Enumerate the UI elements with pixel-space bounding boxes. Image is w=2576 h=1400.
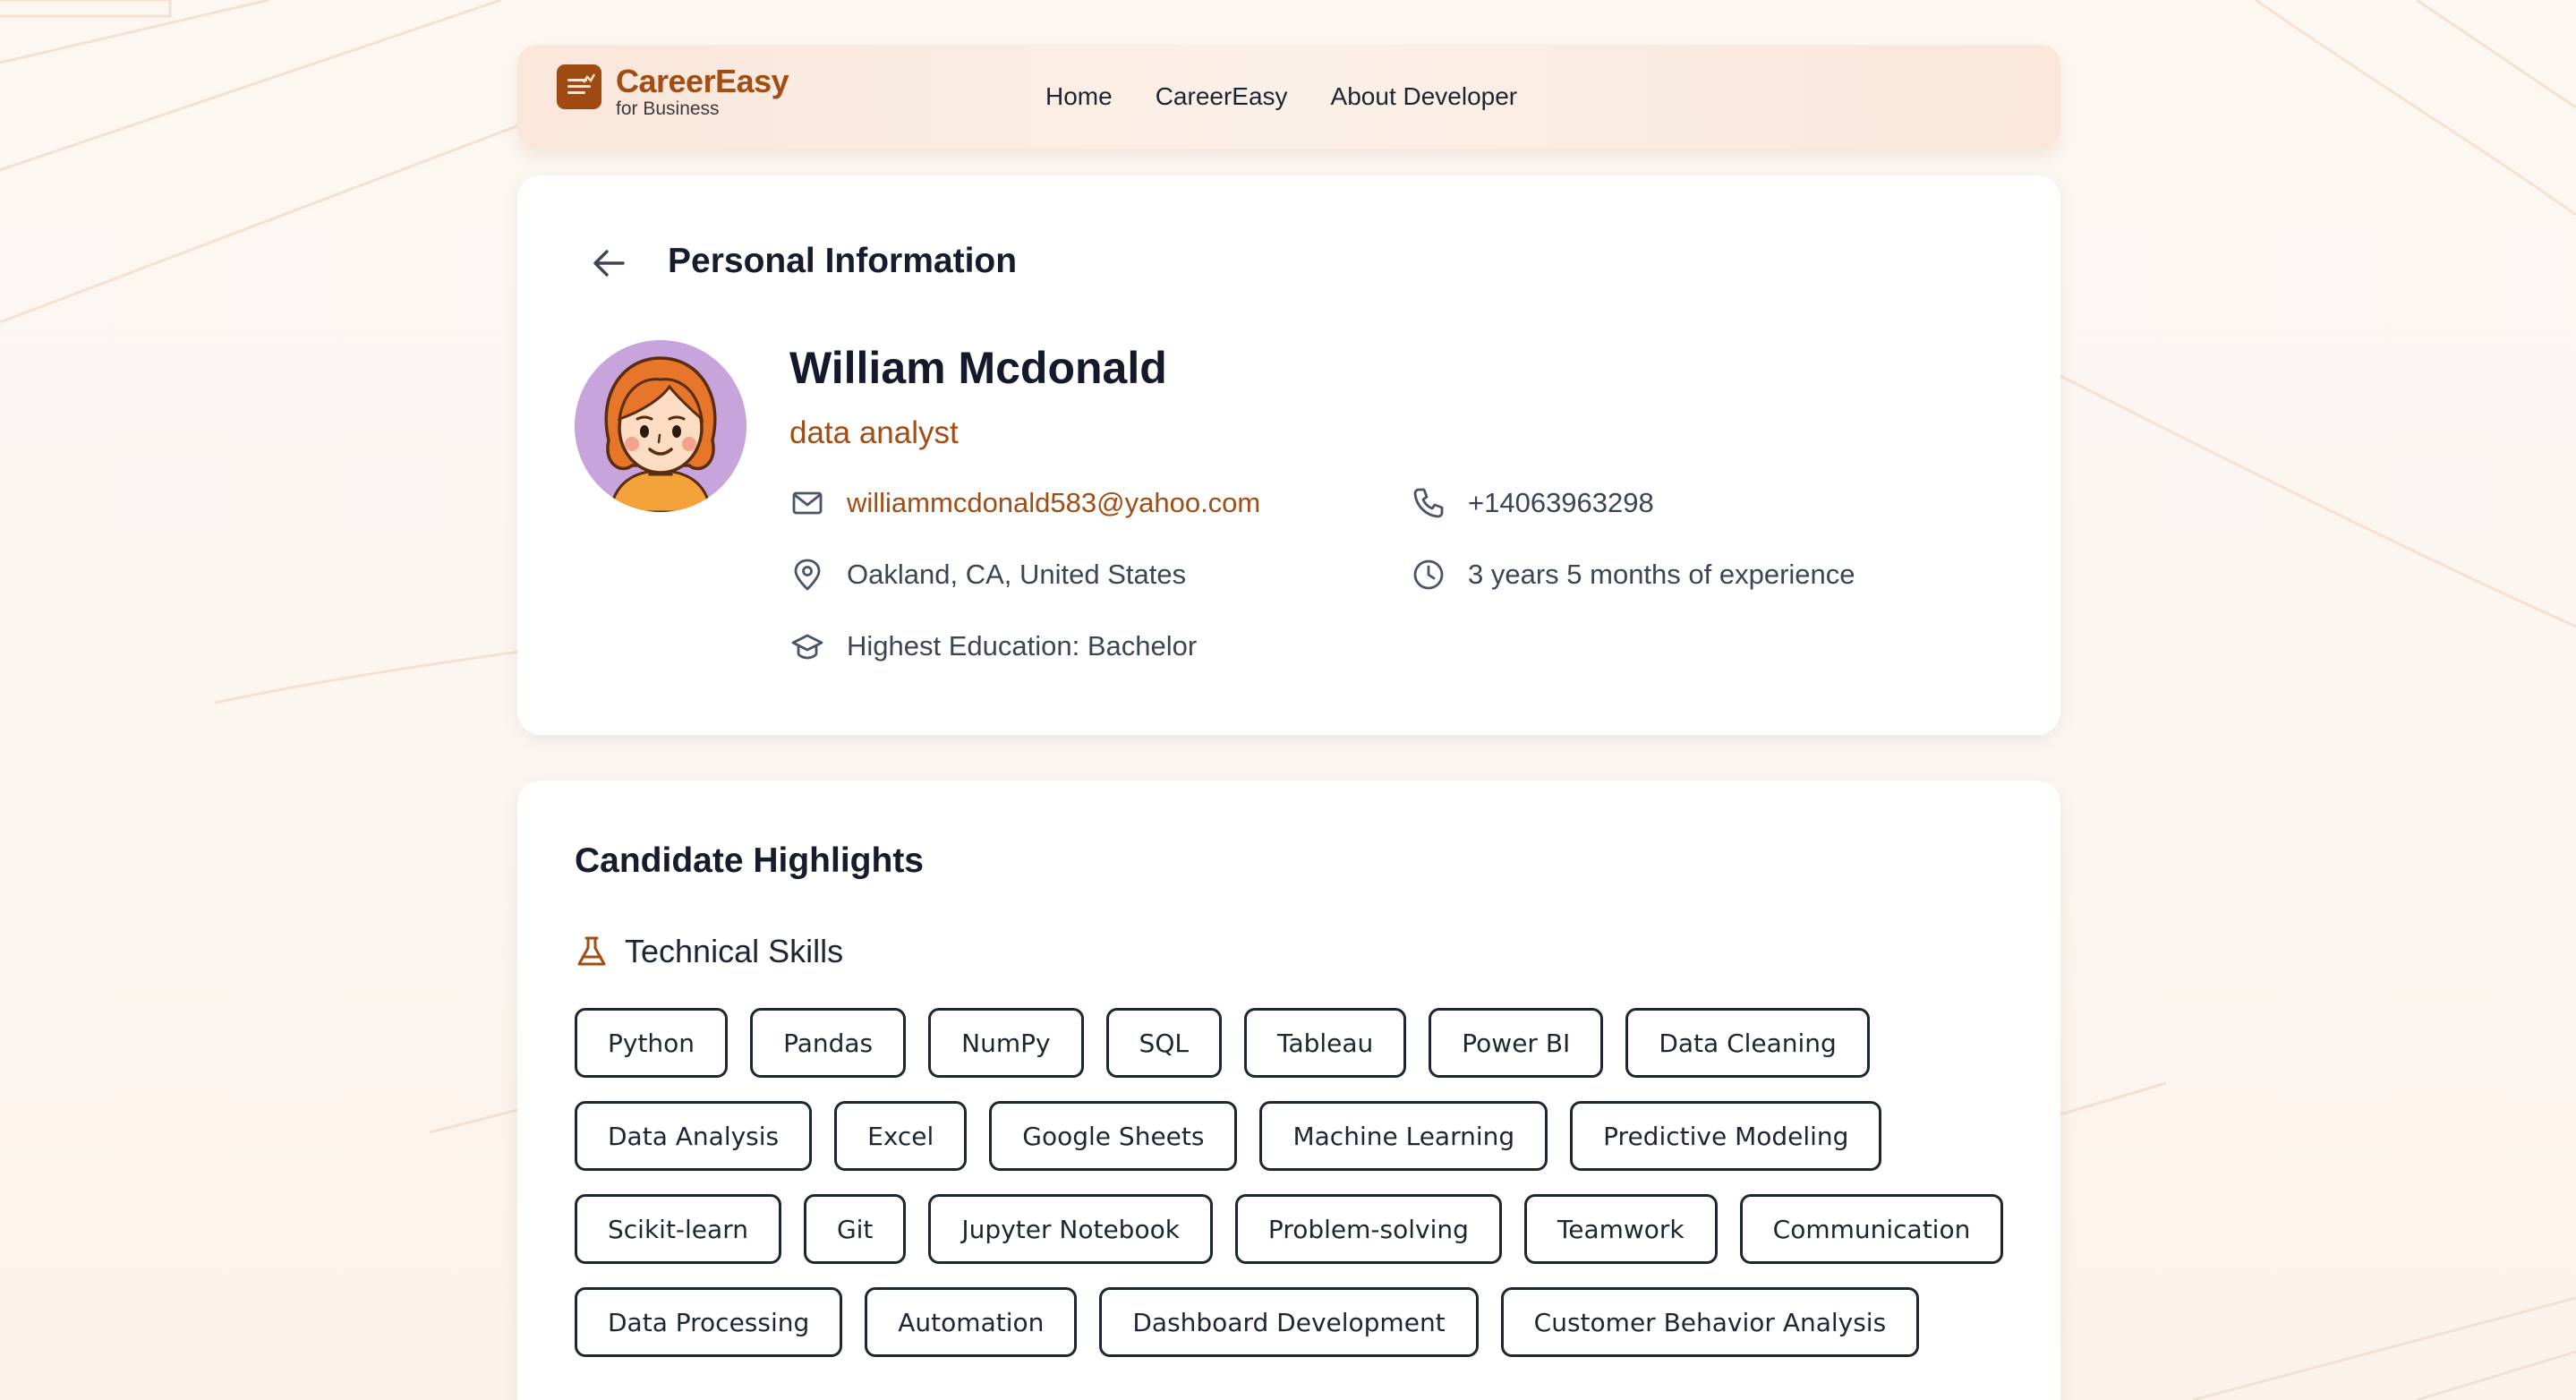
card-title: Personal Information [668, 242, 1018, 280]
brand-subtitle: for Business [616, 98, 720, 119]
experience-row: 3 years 5 months of experience [1411, 557, 1855, 593]
skill-chip[interactable]: Communication [1739, 1194, 2004, 1264]
skill-chip[interactable]: Automation [865, 1287, 1078, 1357]
technical-skills-heading: Technical Skills [575, 933, 843, 970]
skill-chip[interactable]: Google Sheets [989, 1101, 1238, 1171]
technical-skills-label: Technical Skills [625, 933, 844, 969]
nav-about-developer[interactable]: About Developer [1331, 79, 1518, 115]
nav-home[interactable]: Home [1045, 79, 1113, 115]
skill-chip[interactable]: Data Processing [575, 1287, 843, 1357]
skill-chip[interactable]: SQL [1105, 1008, 1222, 1078]
skill-chip[interactable]: Data Analysis [575, 1101, 813, 1171]
skills-list: Python Pandas NumPy SQL Tableau Power BI Data … [575, 1008, 2025, 1357]
email-link[interactable]: williammcdonald583@yahoo.com [847, 487, 1260, 519]
skill-chip[interactable]: Jupyter Notebook [928, 1194, 1213, 1264]
location-row: Oakland, CA, United States [789, 557, 1186, 593]
skill-chip[interactable]: Pandas [750, 1008, 907, 1078]
top-navbar: CareerEasy for Business Home CareerEasy … [517, 45, 2060, 149]
skill-chip[interactable]: Customer Behavior Analysis [1500, 1287, 1920, 1357]
mail-icon [792, 491, 823, 515]
flask-icon [577, 936, 606, 966]
skill-chip[interactable]: NumPy [928, 1008, 1084, 1078]
skill-chip[interactable]: Dashboard Development [1099, 1287, 1479, 1357]
main-nav: Home CareerEasy About Developer [1045, 79, 1517, 115]
phone-icon [1413, 488, 1444, 518]
candidate-name: William Mcdonald [789, 343, 1167, 393]
candidate-role: data analyst [789, 415, 959, 450]
experience-text: 3 years 5 months of experience [1468, 559, 1855, 590]
skill-chip[interactable]: Git [803, 1194, 907, 1264]
skill-chip[interactable]: Scikit-learn [575, 1194, 781, 1264]
email-row: williammcdonald583@yahoo.com [789, 485, 1260, 521]
brand-logo[interactable]: CareerEasy for Business [557, 64, 789, 120]
skill-chip[interactable]: Python [575, 1008, 729, 1078]
location-text: Oakland, CA, United States [847, 559, 1187, 590]
graduation-cap-icon [791, 634, 823, 660]
skill-chip[interactable]: Excel [834, 1101, 968, 1171]
arrow-left-icon[interactable] [587, 242, 630, 285]
brand-title: CareerEasy [616, 63, 789, 99]
candidate-highlights-card: Candidate Highlights Technical Skills Py… [517, 781, 2060, 1400]
phone-row: +14063963298 [1411, 485, 1654, 521]
clock-icon [1413, 559, 1444, 590]
skill-chip[interactable]: Teamwork [1523, 1194, 1718, 1264]
education-text: Highest Education: Bachelor [847, 630, 1198, 662]
logo-icon [557, 64, 601, 109]
skill-chip[interactable]: Data Cleaning [1625, 1008, 1870, 1078]
skill-chip[interactable]: Predictive Modeling [1570, 1101, 1882, 1171]
education-row: Highest Education: Bachelor [789, 628, 1197, 664]
skill-chip[interactable]: Machine Learning [1259, 1101, 1548, 1171]
nav-careereasy[interactable]: CareerEasy [1156, 79, 1288, 115]
personal-information-card: Personal Information William Mcdonald da… [517, 175, 2060, 735]
skill-chip[interactable]: Power BI [1429, 1008, 1604, 1078]
avatar [575, 340, 746, 512]
map-pin-icon [794, 559, 821, 591]
highlights-title: Candidate Highlights [575, 841, 924, 880]
phone-number: +14063963298 [1468, 487, 1654, 518]
skill-chip[interactable]: Problem-solving [1234, 1194, 1502, 1264]
skill-chip[interactable]: Tableau [1243, 1008, 1407, 1078]
